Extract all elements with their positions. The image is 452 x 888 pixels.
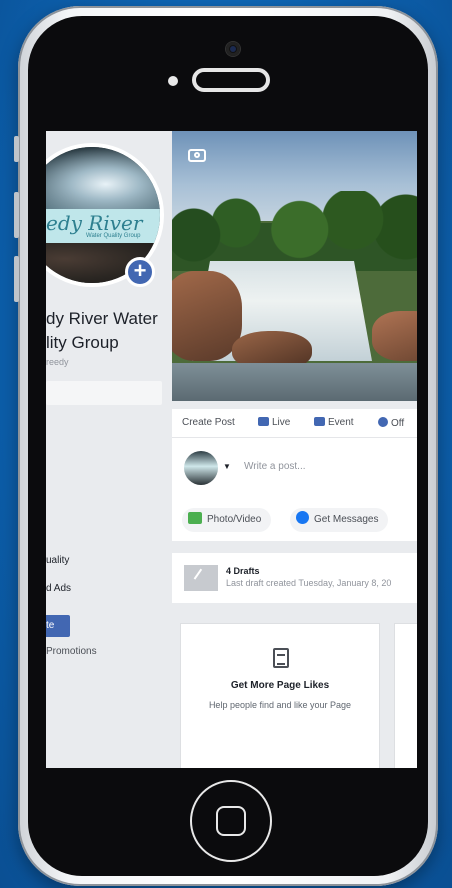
sidebar-item-ads[interactable]: d Ads (46, 583, 71, 594)
profile-logo-band: edy River Water Quality Group (46, 209, 160, 243)
draft-pencil-icon (184, 565, 218, 591)
sidebar-username-box[interactable] (46, 381, 162, 405)
facebook-page-screen: edy River Water Quality Group + dy River… (46, 131, 417, 768)
page-name: dy River Water lity Group (46, 307, 172, 355)
write-post-input[interactable]: Write a post... (244, 461, 306, 472)
drafts-bar[interactable]: 4 Drafts Last draft created Tuesday, Jan… (172, 553, 417, 603)
tab-live-label: Live (272, 417, 291, 428)
photo-video-button[interactable]: Photo/Video (182, 508, 272, 532)
cover-pool (172, 363, 417, 401)
cover-rock (372, 311, 417, 361)
add-profile-photo-icon[interactable]: + (125, 257, 155, 287)
tab-offer[interactable]: Off (378, 417, 404, 429)
profile-water-image (46, 147, 160, 209)
get-page-likes-card[interactable]: Get More Page Likes Help people find and… (180, 623, 380, 768)
photo-video-label: Photo/Video (207, 514, 262, 525)
tab-create-post[interactable]: Create Post (182, 417, 235, 428)
earpiece-speaker (192, 68, 270, 92)
tab-event-label: Event (328, 417, 354, 428)
drafts-last-created: Last draft created Tuesday, January 8, 2… (226, 578, 392, 588)
volume-down-button (14, 256, 19, 302)
card-subtitle: Help people find and like your Page (208, 700, 352, 710)
tab-offer-label: Off (391, 418, 405, 429)
cover-photo[interactable] (172, 131, 417, 401)
front-camera (226, 42, 240, 56)
profile-logo-subtext: Water Quality Group (86, 233, 141, 239)
get-messages-button[interactable]: Get Messages (290, 508, 389, 532)
proximity-sensor (168, 76, 178, 86)
page-username[interactable]: reedy (46, 357, 69, 367)
next-card[interactable] (394, 623, 417, 768)
page-main-column: Create Post Live Event Off ▼ Write a pos… (172, 131, 417, 768)
tab-create-post-label: Create Post (182, 417, 235, 428)
home-button[interactable] (190, 780, 272, 862)
sidebar-item-quality[interactable]: uality (46, 555, 69, 566)
chevron-down-icon[interactable]: ▼ (223, 462, 231, 471)
mute-switch (14, 136, 19, 162)
tab-live[interactable]: Live (258, 417, 290, 428)
photo-icon (188, 512, 202, 524)
drafts-count: 4 Drafts (226, 566, 260, 576)
page-name-line-1: dy River Water (46, 309, 158, 328)
messenger-icon (296, 511, 309, 524)
cover-trees (172, 191, 417, 271)
promote-button[interactable]: te (46, 615, 70, 637)
composer-tabs: Create Post Live Event Off (172, 409, 417, 438)
offer-icon (378, 417, 388, 427)
volume-up-button (14, 192, 19, 238)
tab-event[interactable]: Event (314, 417, 354, 428)
page-icon (273, 648, 289, 668)
post-composer: Create Post Live Event Off ▼ Write a pos… (172, 409, 417, 541)
camera-icon[interactable] (188, 149, 206, 162)
composer-avatar[interactable] (184, 451, 218, 485)
calendar-icon (314, 417, 325, 426)
promotions-link[interactable]: Promotions (46, 646, 97, 657)
get-messages-label: Get Messages (314, 514, 379, 525)
profile-logo-text: edy River (46, 211, 143, 235)
page-name-line-2: lity Group (46, 333, 119, 352)
live-video-icon (258, 417, 269, 426)
page-sidebar: edy River Water Quality Group + dy River… (46, 131, 172, 768)
card-title: Get More Page Likes (230, 680, 330, 691)
